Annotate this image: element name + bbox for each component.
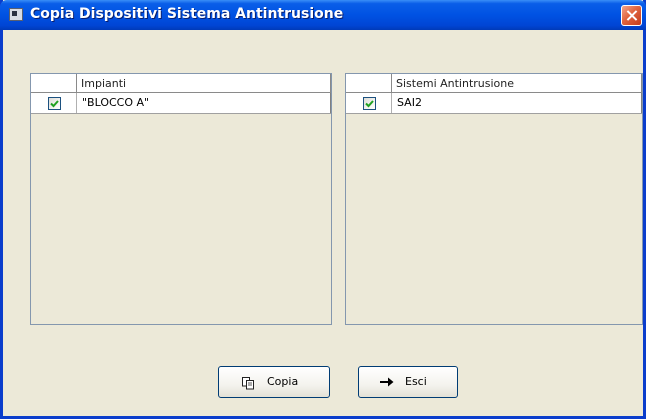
checkmark-icon [365, 100, 374, 108]
checkbox-cell [31, 93, 77, 113]
checkbox-column-header[interactable] [31, 74, 77, 92]
checkbox-cell [346, 93, 392, 113]
copia-button[interactable]: Copia [218, 366, 330, 398]
checkbox[interactable] [363, 97, 376, 110]
checkbox[interactable] [48, 97, 61, 110]
impianti-table-header: Impianti [31, 74, 331, 93]
checkbox-column-header[interactable] [346, 74, 392, 92]
column-header-impianti[interactable]: Impianti [78, 74, 331, 92]
close-button[interactable] [621, 5, 642, 26]
table-row[interactable]: "BLOCCO A" [31, 93, 331, 114]
title-bar[interactable]: Copia Dispositivi Sistema Antintrusione [0, 0, 646, 30]
sistema-name-cell: SAI2 [393, 93, 642, 113]
window-title: Copia Dispositivi Sistema Antintrusione [30, 6, 344, 22]
copia-label: Copia [267, 375, 299, 388]
sistemi-antintrusione-table: Sistemi Antintrusione SAI2 [345, 73, 643, 325]
table-row[interactable]: SAI2 [346, 93, 642, 114]
esci-label: Esci [405, 375, 427, 388]
copy-icon [242, 377, 254, 390]
sistemi-table-header: Sistemi Antintrusione [346, 74, 642, 93]
impianti-table: Impianti "BLOCCO A" [30, 73, 332, 325]
dialog-window: Copia Dispositivi Sistema Antintrusione … [0, 0, 646, 419]
column-header-sistemi-antintrusione[interactable]: Sistemi Antintrusione [393, 74, 642, 92]
esci-button[interactable]: Esci [358, 366, 458, 398]
impianto-name-cell: "BLOCCO A" [78, 93, 331, 113]
app-icon [9, 8, 23, 21]
checkmark-icon [50, 100, 59, 108]
arrow-right-icon [380, 377, 394, 387]
